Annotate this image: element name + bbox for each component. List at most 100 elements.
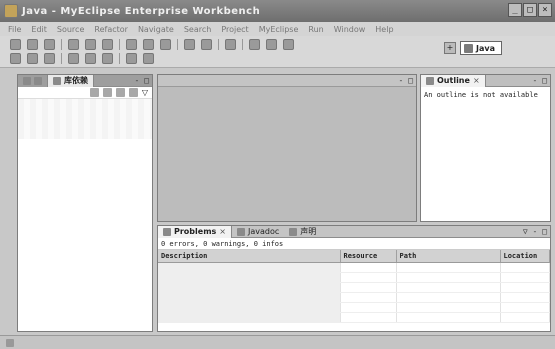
toolbar-separator: [119, 53, 120, 64]
column-resource[interactable]: Resource: [340, 250, 397, 263]
editor-tabs: - □: [158, 75, 416, 87]
close-icon[interactable]: ×: [473, 76, 480, 85]
column-path[interactable]: Path: [396, 250, 501, 263]
close-button[interactable]: ×: [538, 3, 552, 17]
tab-hierarchy[interactable]: 库依赖: [47, 74, 94, 87]
back-icon[interactable]: [126, 53, 137, 64]
build-icon[interactable]: [126, 39, 137, 50]
toolbar-separator: [61, 39, 62, 50]
javadoc-icon: [237, 227, 245, 236]
package-view-controls[interactable]: - □: [135, 76, 149, 85]
save-icon[interactable]: [27, 39, 38, 50]
table-row: [158, 312, 550, 323]
minimize-button[interactable]: _: [508, 3, 522, 17]
close-icon[interactable]: ×: [219, 227, 226, 236]
fast-view-icon[interactable]: [6, 338, 14, 347]
toolbar-separator: [177, 39, 178, 50]
menu-myeclipse[interactable]: MyEclipse: [259, 25, 299, 34]
print-icon[interactable]: [44, 39, 55, 50]
forward-icon[interactable]: [143, 53, 154, 64]
collapse-all-icon[interactable]: [115, 88, 125, 97]
back-icon[interactable]: [89, 88, 99, 97]
new-folder-icon[interactable]: [44, 53, 55, 64]
toolbar-separator: [218, 39, 219, 50]
package-tree[interactable]: [18, 99, 152, 139]
menu-search[interactable]: Search: [184, 25, 211, 34]
menu-bar: File Edit Source Refactor Navigate Searc…: [0, 22, 555, 36]
package-explorer-view: 库依赖 - □ ▽: [17, 74, 153, 332]
table-row: [158, 272, 550, 283]
server-icon[interactable]: [102, 39, 113, 50]
menu-navigate[interactable]: Navigate: [138, 25, 174, 34]
run-icon[interactable]: [266, 39, 277, 50]
link-editor-icon[interactable]: [128, 88, 138, 97]
tab-problems[interactable]: Problems ×: [158, 225, 232, 238]
declaration-tab-label: 声明: [300, 227, 317, 236]
debug-icon[interactable]: [249, 39, 260, 50]
browser-icon[interactable]: [184, 39, 195, 50]
plugin-icon[interactable]: [160, 39, 171, 50]
perspective-label: Java: [476, 43, 495, 53]
tab-declaration[interactable]: 声明: [284, 226, 321, 238]
menu-refactor[interactable]: Refactor: [94, 25, 128, 34]
outline-icon: [426, 76, 434, 85]
menu-project[interactable]: Project: [221, 25, 248, 34]
declaration-icon: [289, 227, 298, 236]
view-menu-icon[interactable]: ▽: [142, 88, 148, 97]
editor-area: - □: [157, 74, 417, 222]
problems-view: Problems × Javadoc 声明 ▽ - □ 0 errors, 0 …: [157, 225, 551, 332]
java-perspective-button[interactable]: Java: [460, 41, 502, 55]
deploy-icon[interactable]: [85, 39, 96, 50]
search-icon[interactable]: [68, 53, 79, 64]
window-controls: _ □ ×: [508, 3, 552, 17]
pencil-icon[interactable]: [85, 53, 96, 64]
column-description[interactable]: Description: [158, 250, 341, 263]
window-title: Java - MyEclipse Enterprise Workbench: [22, 5, 261, 17]
table-row: [158, 292, 550, 303]
table-row: [158, 282, 550, 293]
perspective-switcher: + Java: [444, 41, 502, 55]
hierarchy-icon: [53, 76, 61, 85]
open-type-icon[interactable]: [225, 39, 236, 50]
wand-icon[interactable]: [143, 39, 154, 50]
menu-run[interactable]: Run: [308, 25, 323, 34]
open-perspective-icon[interactable]: +: [444, 42, 456, 54]
package-view-toolbar: ▽: [18, 87, 152, 99]
menu-edit[interactable]: Edit: [31, 25, 47, 34]
status-bar: [0, 335, 555, 349]
external-tools-icon[interactable]: [283, 39, 294, 50]
toolbar-separator: [61, 53, 62, 64]
title-bar: Java - MyEclipse Enterprise Workbench _ …: [0, 0, 555, 22]
editor-controls[interactable]: - □: [399, 76, 413, 85]
problems-controls[interactable]: ▽ - □: [523, 227, 547, 236]
toolbar-separator: [119, 39, 120, 50]
package-view-tabs: 库依赖 - □: [18, 74, 152, 87]
tab-javadoc[interactable]: Javadoc: [232, 226, 284, 238]
outline-tabs: Outline × - □: [421, 74, 550, 87]
problems-table: Description Resource Path Location: [158, 250, 550, 323]
new-package-icon[interactable]: [10, 53, 21, 64]
toolbar-separator: [242, 39, 243, 50]
tab-package-explorer[interactable]: [18, 74, 47, 87]
menu-file[interactable]: File: [8, 25, 21, 34]
outline-controls[interactable]: - □: [533, 76, 547, 85]
forward-icon[interactable]: [102, 88, 112, 97]
toolbar-row-2: [10, 53, 154, 64]
app-icon: [4, 4, 18, 18]
tab-outline[interactable]: Outline ×: [421, 74, 486, 87]
maximize-button[interactable]: □: [523, 3, 537, 17]
menu-source[interactable]: Source: [57, 25, 84, 34]
database-icon[interactable]: [201, 39, 212, 50]
table-row: [158, 302, 550, 313]
column-location[interactable]: Location: [500, 250, 550, 263]
menu-help[interactable]: Help: [375, 25, 393, 34]
new-icon[interactable]: [10, 39, 21, 50]
javadoc-tab-label: Javadoc: [248, 227, 280, 236]
new-class-icon[interactable]: [27, 53, 38, 64]
menu-window[interactable]: Window: [334, 25, 366, 34]
globe-icon[interactable]: [68, 39, 79, 50]
hierarchy-tab-label: 库依赖: [64, 76, 88, 85]
main-toolbar: + Java: [0, 36, 555, 68]
annotation-icon[interactable]: [102, 53, 113, 64]
toolbar-row-1: [10, 39, 294, 50]
